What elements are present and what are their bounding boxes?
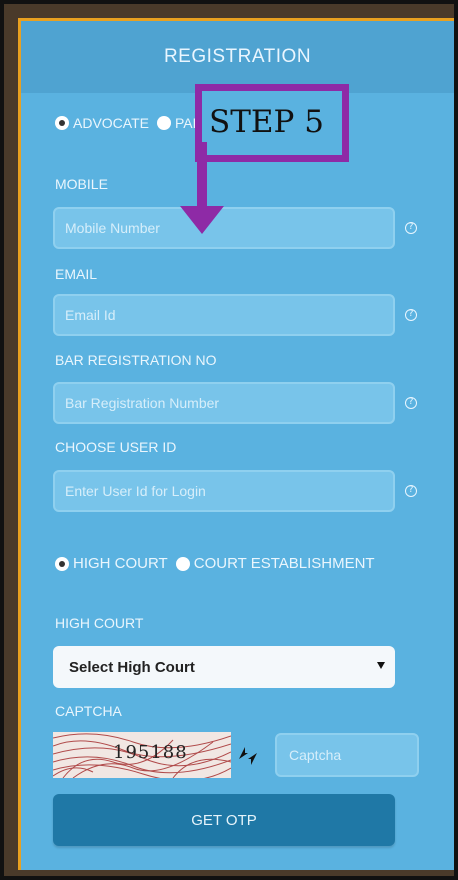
radio-court-establishment-label: COURT ESTABLISHMENT — [193, 555, 375, 572]
high-court-label: HIGH COURT — [55, 615, 144, 631]
radio-advocate-label: ADVOCATE — [73, 115, 149, 131]
mobile-help-icon[interactable]: ? — [405, 222, 417, 234]
user-id-label: CHOOSE USER ID — [55, 439, 177, 455]
email-placeholder: Email Id — [65, 307, 116, 323]
captcha-input[interactable]: Captcha — [275, 733, 419, 777]
radio-high-court[interactable] — [55, 556, 69, 571]
bar-registration-input[interactable]: Bar Registration Number — [53, 382, 395, 424]
court-type-radio-group: HIGH COURT COURT ESTABLISHMENT — [55, 555, 383, 572]
step-annotation-label: STEP 5 — [209, 104, 324, 140]
high-court-select[interactable]: Select High Court — [53, 646, 395, 688]
bar-registration-label: BAR REGISTRATION NO — [55, 352, 217, 368]
get-otp-button[interactable]: GET OTP — [53, 794, 395, 846]
user-id-help-icon[interactable]: ? — [405, 485, 417, 497]
email-input[interactable]: Email Id — [53, 294, 395, 336]
bar-registration-help-icon[interactable]: ? — [405, 397, 417, 409]
high-court-select-value: Select High Court — [69, 658, 195, 676]
email-label: EMAIL — [55, 266, 98, 282]
captcha-image: 195188 — [53, 732, 231, 778]
mobile-placeholder: Mobile Number — [65, 220, 160, 236]
mobile-label: MOBILE — [55, 176, 108, 192]
radio-party-in-person[interactable] — [156, 116, 171, 130]
radio-advocate[interactable] — [55, 116, 69, 130]
caret-down-icon — [377, 662, 385, 669]
bar-registration-placeholder: Bar Registration Number — [65, 395, 220, 411]
user-id-placeholder: Enter User Id for Login — [65, 483, 206, 499]
screenshot-frame: REGISTRATION ADVOCATE PARTY IN PERSON MO… — [0, 0, 458, 880]
page-title: REGISTRATION — [163, 46, 312, 67]
email-help-icon[interactable]: ? — [405, 309, 417, 321]
refresh-icon[interactable] — [235, 743, 261, 769]
captcha-placeholder: Captcha — [289, 747, 342, 763]
radio-high-court-label: HIGH COURT — [73, 555, 168, 572]
user-id-input[interactable]: Enter User Id for Login — [53, 470, 395, 512]
captcha-text: 195188 — [113, 742, 188, 763]
captcha-label: CAPTCHA — [55, 703, 122, 719]
registration-header: REGISTRATION — [21, 21, 454, 93]
radio-court-establishment[interactable] — [175, 556, 190, 571]
step-annotation-arrow-icon — [180, 142, 224, 234]
get-otp-label: GET OTP — [191, 811, 257, 829]
